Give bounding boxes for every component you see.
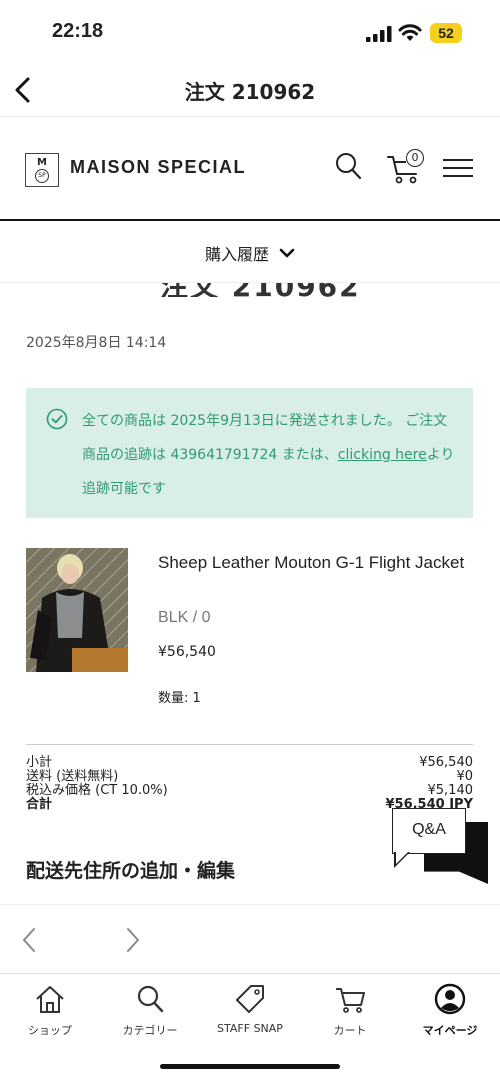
product-image[interactable] [26, 548, 128, 672]
order-date: 2025年8月8日 14:14 [26, 335, 167, 351]
shipping-address-heading[interactable]: 配送先住所の追加・編集 [26, 856, 235, 883]
summary-row-shipping: 送料 (送料無料) ¥0 [26, 770, 473, 784]
qa-bubble-tail-inner [395, 852, 408, 864]
summary-value: ¥5,140 [427, 783, 474, 798]
tab-label: STAFF SNAP [217, 1022, 283, 1035]
summary-row-tax: 税込み価格 (CT 10.0%) ¥5,140 [26, 784, 473, 798]
home-indicator [160, 1064, 340, 1069]
tab-label: ショップ [28, 1024, 72, 1037]
brand-name[interactable]: MAISON SPECIAL [70, 157, 246, 178]
summary-value: ¥0 [456, 769, 473, 784]
tab-label: カート [333, 1024, 367, 1037]
search-icon [137, 985, 164, 1013]
summary-label: 合計 [26, 797, 53, 812]
purchase-history-label: 購入履歴 [204, 244, 269, 264]
status-time: 22:18 [52, 20, 104, 42]
chevron-left-icon[interactable] [18, 925, 40, 955]
product-name[interactable]: Sheep Leather Mouton G-1 Flight Jacket [158, 550, 468, 576]
tag-icon [236, 985, 264, 1013]
purchase-history-dropdown[interactable]: 購入履歴 [0, 223, 500, 283]
summary-divider [26, 744, 473, 745]
chevron-down-icon [279, 248, 295, 257]
chevron-right-icon[interactable] [122, 925, 144, 955]
shipping-notice: 全ての商品は 2025年9月13日に発送されました。 ご注文商品の追跡は 439… [26, 388, 473, 518]
summary-label: 送料 (送料無料) [26, 769, 119, 784]
home-icon [36, 986, 64, 1013]
order-title-partial: 注文 210962 [0, 283, 500, 297]
qa-label: Q&A [392, 808, 466, 854]
cart-button[interactable]: 0 [386, 147, 428, 185]
tab-staff-snap[interactable]: STAFF SNAP [200, 976, 300, 1056]
cart-icon [336, 988, 365, 1013]
order-summary: 小計 ¥56,540 送料 (送料無料) ¥0 税込み価格 (CT 10.0%)… [26, 756, 473, 812]
product-photo [26, 548, 128, 672]
product-variant: BLK / 0 [158, 609, 211, 626]
account-icon [434, 983, 466, 1015]
tracking-link[interactable]: clicking here [338, 447, 427, 463]
summary-row-subtotal: 小計 ¥56,540 [26, 756, 473, 770]
page-title: 注文 210962 [184, 80, 316, 104]
tab-shop[interactable]: ショップ [0, 976, 100, 1056]
brand-logo[interactable]: M SP [25, 153, 59, 187]
summary-value: ¥56,540 [419, 755, 473, 770]
brand-header: M SP MAISON SPECIAL 0 [0, 117, 500, 221]
logo-emblem: SP [35, 169, 49, 183]
logo-letter: M [37, 157, 47, 168]
status-bar: 22:18 52 [0, 0, 500, 66]
battery-indicator: 52 [430, 23, 462, 43]
wifi-icon [398, 24, 422, 41]
order-title: 注文 210962 [160, 283, 361, 297]
search-icon[interactable] [334, 151, 362, 181]
cart-count-badge: 0 [406, 149, 424, 167]
tab-label: カテゴリー [122, 1024, 178, 1037]
tab-mypage[interactable]: マイページ [400, 976, 500, 1056]
qa-button[interactable]: Q&A [392, 808, 488, 886]
hamburger-menu-icon[interactable] [442, 157, 474, 179]
cellular-signal-icon [366, 26, 392, 42]
tab-cart[interactable]: カート [300, 976, 400, 1056]
tab-category[interactable]: カテゴリー [100, 976, 200, 1056]
browser-navigation [0, 904, 500, 974]
nav-header: 注文 210962 [0, 66, 500, 114]
notice-text: 全ての商品は 2025年9月13日に発送されました。 ご注文商品の追跡は 439… [82, 404, 458, 506]
tab-label: マイページ [422, 1024, 478, 1037]
product-quantity: 数量: 1 [158, 691, 201, 706]
bottom-tab-bar: ショップ カテゴリー STAFF SNAP カート マイページ [0, 976, 500, 1056]
summary-label: 小計 [26, 755, 53, 770]
check-circle-icon [46, 408, 68, 430]
product-price: ¥56,540 [158, 644, 216, 660]
summary-label: 税込み価格 (CT 10.0%) [26, 783, 168, 798]
